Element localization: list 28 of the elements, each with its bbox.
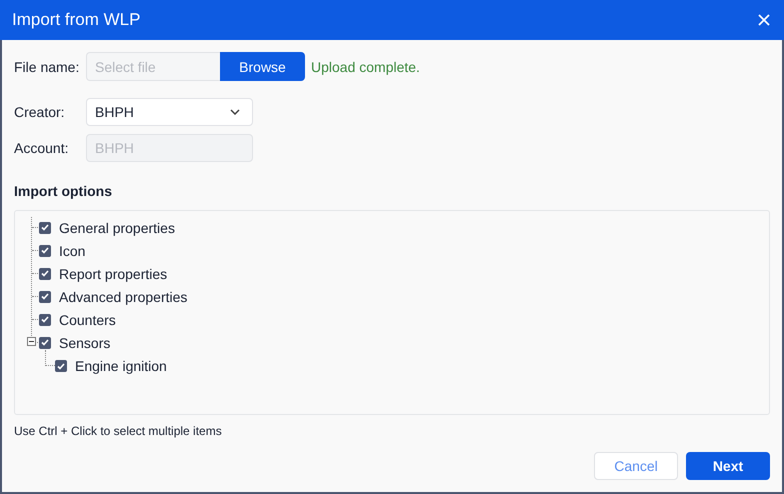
field-label: Creator: bbox=[14, 104, 66, 120]
checkbox[interactable] bbox=[55, 360, 67, 372]
tree-item-label[interactable]: Sensors bbox=[59, 334, 110, 350]
tree-item-label[interactable]: Report properties bbox=[59, 266, 168, 282]
checkbox[interactable] bbox=[39, 222, 51, 234]
checkbox[interactable] bbox=[39, 336, 51, 348]
field-label: File name: bbox=[14, 58, 80, 74]
checkbox[interactable] bbox=[39, 268, 51, 280]
section-title: Import options bbox=[14, 183, 113, 199]
file-name-field[interactable]: Select file bbox=[86, 52, 220, 81]
close-icon[interactable] bbox=[758, 14, 770, 26]
checkbox[interactable] bbox=[39, 244, 51, 256]
window-title: Import from WLP bbox=[12, 10, 140, 30]
hint-text: Use Ctrl + Click to select multiple items bbox=[14, 424, 223, 438]
checkbox[interactable] bbox=[39, 290, 51, 302]
tree-item-label[interactable]: Icon bbox=[59, 242, 86, 258]
tree-item-label[interactable]: Counters bbox=[59, 312, 116, 328]
chevron-down-icon bbox=[230, 109, 240, 115]
next-button[interactable]: Next bbox=[686, 452, 770, 480]
field-label: Account: bbox=[14, 140, 70, 156]
checkbox[interactable] bbox=[39, 314, 51, 326]
creator-dropdown[interactable]: BHPH bbox=[86, 98, 253, 126]
tree-item-label[interactable]: Advanced properties bbox=[59, 288, 188, 304]
tree-item-label[interactable]: Engine ignition bbox=[75, 358, 167, 374]
upload-status: Upload complete. bbox=[311, 58, 420, 74]
collapse-icon[interactable] bbox=[27, 337, 36, 346]
browse-button[interactable]: Browse bbox=[220, 52, 305, 81]
tree-item-label[interactable]: General properties bbox=[59, 220, 175, 236]
